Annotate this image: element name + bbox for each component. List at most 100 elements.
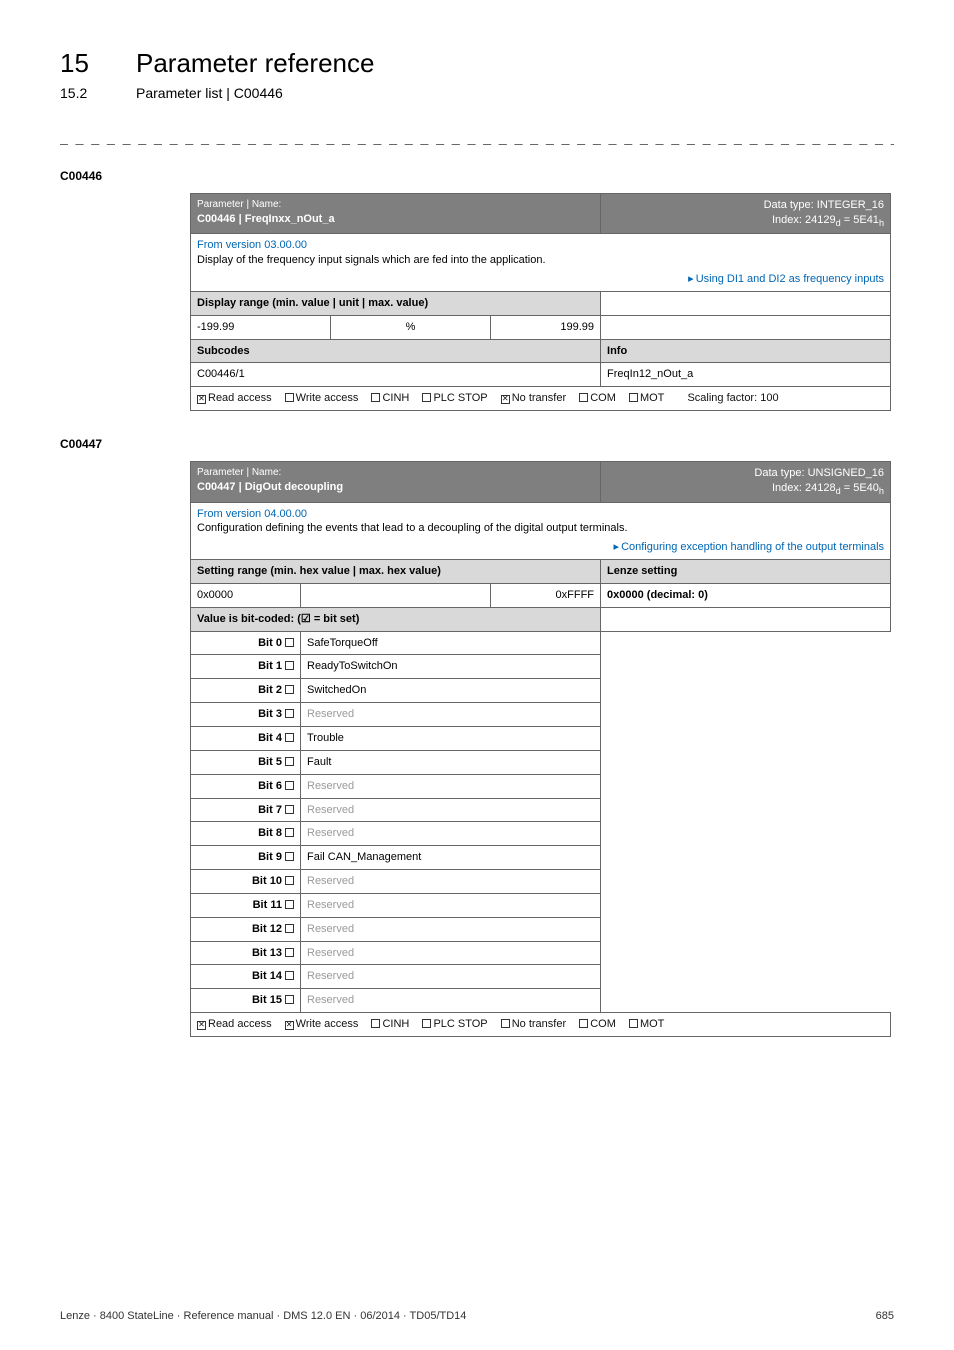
checkbox-checked-icon [197, 395, 206, 404]
checkbox-checked-icon [197, 1021, 206, 1030]
subcode-value: C00446/1 [191, 363, 601, 387]
setting-range-label: Setting range (min. hex value | max. hex… [191, 560, 601, 584]
bit-checkbox-icon [285, 805, 294, 814]
checkbox-empty-icon [285, 393, 294, 402]
bit-name: Reserved [301, 822, 601, 846]
version-link[interactable]: From version 04.00.00 [197, 508, 307, 520]
bit-number: Bit 6 [191, 774, 301, 798]
bit-name: Reserved [301, 774, 601, 798]
bit-name: Fault [301, 750, 601, 774]
version-link[interactable]: From version 03.00.00 [197, 239, 307, 251]
bit-row: Bit 4 Trouble [191, 727, 891, 751]
bit-row: Bit 0 SafeTorqueOff [191, 631, 891, 655]
bit-number: Bit 4 [191, 727, 301, 751]
access-footer: Read access Write access CINH PLC STOP N… [191, 387, 891, 411]
param-description: Configuration defining the events that l… [197, 522, 628, 534]
checkbox-empty-icon [501, 1019, 510, 1028]
param-header-datatype: Data type: UNSIGNED_16 [607, 466, 884, 481]
checkbox-empty-icon [422, 393, 431, 402]
parameter-id-c00447: C00447 [60, 437, 894, 451]
param-header-label: Parameter | Name: [197, 198, 594, 212]
param-header-index: Index: 24128d = 5E40h [607, 481, 884, 498]
bit-checkbox-icon [285, 948, 294, 957]
bit-checkbox-icon [285, 828, 294, 837]
bit-row: Bit 7 Reserved [191, 798, 891, 822]
range-min: -199.99 [191, 315, 331, 339]
bit-number: Bit 13 [191, 941, 301, 965]
bit-checkbox-icon [285, 709, 294, 718]
param-header-index: Index: 24129d = 5E41h [607, 213, 884, 230]
bit-checkbox-icon [285, 757, 294, 766]
checkbox-empty-icon [371, 393, 380, 402]
parameter-table-c00447: Parameter | Name: C00447 | DigOut decoup… [190, 461, 891, 1037]
chapter-number: 15 [60, 48, 110, 79]
bit-number: Bit 1 [191, 655, 301, 679]
range-max: 199.99 [491, 315, 601, 339]
bit-checkbox-icon [285, 638, 294, 647]
separator-rule: _ _ _ _ _ _ _ _ _ _ _ _ _ _ _ _ _ _ _ _ … [60, 129, 894, 145]
info-label: Info [601, 339, 891, 363]
param-header-datatype: Data type: INTEGER_16 [607, 198, 884, 213]
bit-checkbox-icon [285, 661, 294, 670]
bit-number: Bit 9 [191, 846, 301, 870]
bit-checkbox-icon [285, 995, 294, 1004]
page-number: 685 [876, 1310, 894, 1322]
bit-name: Reserved [301, 798, 601, 822]
bit-row: Bit 12 Reserved [191, 917, 891, 941]
bit-checkbox-icon [285, 781, 294, 790]
bit-number: Bit 7 [191, 798, 301, 822]
bit-row: Bit 8 Reserved [191, 822, 891, 846]
bit-checkbox-icon [285, 852, 294, 861]
bit-number: Bit 15 [191, 989, 301, 1013]
subcode-info: FreqIn12_nOut_a [601, 363, 891, 387]
bit-checkbox-icon [285, 876, 294, 885]
link-arrow-icon: ▸ [614, 541, 620, 553]
range-unit: % [331, 315, 491, 339]
bit-name: Reserved [301, 989, 601, 1013]
bit-row: Bit 5 Fault [191, 750, 891, 774]
bit-name: Reserved [301, 703, 601, 727]
related-link[interactable]: Configuring exception handling of the ou… [621, 541, 884, 553]
bit-number: Bit 12 [191, 917, 301, 941]
bit-row: Bit 10 Reserved [191, 870, 891, 894]
bit-number: Bit 10 [191, 870, 301, 894]
bit-name: SwitchedOn [301, 679, 601, 703]
footer-text: Lenze · 8400 StateLine · Reference manua… [60, 1310, 466, 1322]
parameter-table-c00446: Parameter | Name: C00446 | FreqInxx_nOut… [190, 193, 891, 411]
bit-number: Bit 2 [191, 679, 301, 703]
param-description: Display of the frequency input signals w… [197, 254, 546, 266]
checkbox-empty-icon [579, 1019, 588, 1028]
checkbox-empty-icon [579, 393, 588, 402]
param-header-name: C00446 | FreqInxx_nOut_a [197, 212, 594, 227]
lenze-setting-value: 0x0000 (decimal: 0) [607, 589, 708, 601]
bit-row: Bit 11 Reserved [191, 893, 891, 917]
bit-name: Reserved [301, 965, 601, 989]
bit-name: Fail CAN_Management [301, 846, 601, 870]
bit-number: Bit 0 [191, 631, 301, 655]
access-footer: Read access Write access CINH PLC STOP N… [191, 1013, 891, 1037]
bit-name: Trouble [301, 727, 601, 751]
display-range-label: Display range (min. value | unit | max. … [191, 291, 601, 315]
bit-row: Bit 6 Reserved [191, 774, 891, 798]
bitset-label: Value is bit-coded: (☑ = bit set) [191, 607, 601, 631]
bit-row: Bit 9 Fail CAN_Management [191, 846, 891, 870]
bit-number: Bit 11 [191, 893, 301, 917]
bit-row: Bit 13 Reserved [191, 941, 891, 965]
bit-row: Bit 1 ReadyToSwitchOn [191, 655, 891, 679]
bit-name: Reserved [301, 893, 601, 917]
bit-row: Bit 15 Reserved [191, 989, 891, 1013]
scaling-factor: Scaling factor: 100 [687, 392, 778, 404]
section-title: Parameter list | C00446 [136, 85, 283, 101]
param-header-label: Parameter | Name: [197, 466, 594, 480]
bit-name: ReadyToSwitchOn [301, 655, 601, 679]
bit-number: Bit 3 [191, 703, 301, 727]
related-link[interactable]: Using DI1 and DI2 as frequency inputs [696, 273, 884, 285]
bit-checkbox-icon [285, 685, 294, 694]
bit-number: Bit 8 [191, 822, 301, 846]
bit-checkbox-icon [285, 733, 294, 742]
checkbox-empty-icon [629, 393, 638, 402]
chapter-title: Parameter reference [136, 48, 374, 79]
bit-checkbox-icon [285, 924, 294, 933]
subcodes-label: Subcodes [191, 339, 601, 363]
checkbox-empty-icon [629, 1019, 638, 1028]
